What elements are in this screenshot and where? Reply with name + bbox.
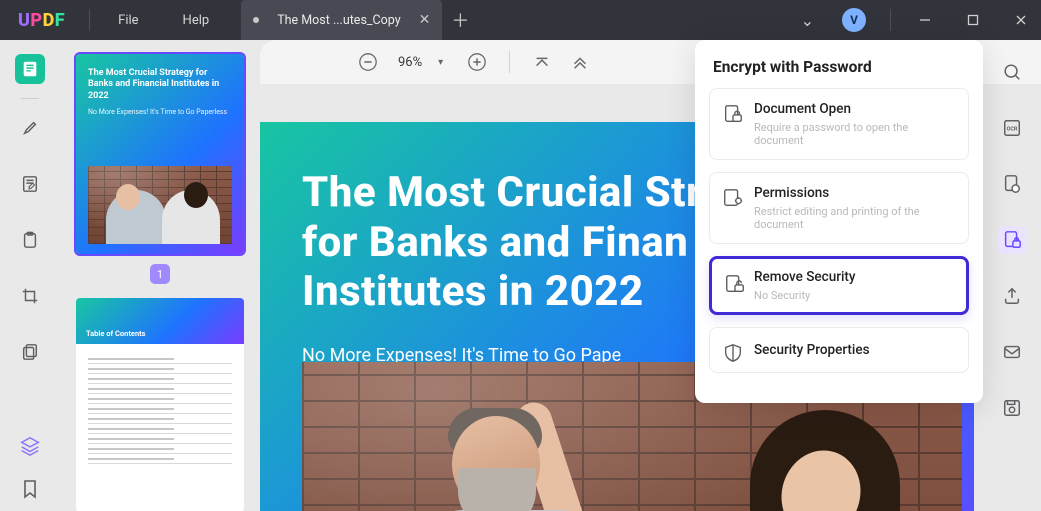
- minimize-icon: [919, 14, 931, 26]
- prev-page-button[interactable]: [566, 48, 594, 76]
- tool-email[interactable]: [998, 338, 1026, 366]
- crop-icon: [21, 287, 39, 305]
- tab-title: The Most ...utes_Copy: [277, 13, 400, 28]
- zoom-out-icon: [358, 52, 378, 72]
- card-permissions[interactable]: Permissions Restrict editing and printin…: [709, 172, 969, 244]
- save-icon: [1002, 398, 1022, 418]
- page-lock-icon: [1002, 230, 1022, 250]
- card-remove-security[interactable]: Remove Security No Security: [709, 256, 969, 315]
- tab-close-icon[interactable]: ✕: [419, 12, 431, 28]
- document-lock-icon: [722, 103, 744, 125]
- tool-pages[interactable]: [15, 337, 45, 367]
- permissions-icon: [722, 187, 744, 209]
- first-page-button[interactable]: [528, 48, 556, 76]
- card-docopen-title: Document Open: [754, 101, 954, 117]
- card-security-properties[interactable]: Security Properties: [709, 327, 969, 373]
- share-icon: [1002, 286, 1022, 306]
- shield-icon: [722, 342, 744, 364]
- card-remove-title: Remove Security: [754, 269, 954, 285]
- card-document-open[interactable]: Document Open Require a password to open…: [709, 88, 969, 160]
- ocr-icon: OCR: [1002, 118, 1022, 138]
- menu-help[interactable]: Help: [161, 13, 232, 28]
- zoom-in-button[interactable]: [463, 48, 491, 76]
- title-bar: UPDF File Help The Most ...utes_Copy ✕ ＋…: [0, 0, 1041, 40]
- tool-protect[interactable]: [998, 226, 1026, 254]
- svg-text:OCR: OCR: [1007, 127, 1018, 133]
- page-h1-line3: Institutes in 2022: [302, 267, 644, 316]
- tool-ocr[interactable]: OCR: [998, 114, 1026, 142]
- thumb1-subtitle: No More Expenses! It's Time to Go Paperl…: [88, 108, 232, 116]
- thumb1-pagenum: 1: [150, 264, 170, 284]
- zoom-out-button[interactable]: [354, 48, 382, 76]
- mail-icon: [1002, 342, 1022, 362]
- zoom-dropdown[interactable]: ▾: [438, 57, 453, 68]
- user-avatar[interactable]: V: [842, 8, 866, 32]
- search-icon: [1002, 62, 1022, 82]
- card-props-title: Security Properties: [754, 342, 954, 358]
- card-perm-sub: Restrict editing and printing of the doc…: [754, 205, 954, 231]
- thumbnail-panel: The Most Crucial Strategy for Banks and …: [60, 40, 260, 511]
- tool-search[interactable]: [998, 58, 1026, 86]
- zoom-value[interactable]: 96%: [392, 55, 428, 70]
- page-h1-line2: for Banks and Finan: [302, 218, 688, 267]
- menu-file[interactable]: File: [96, 13, 160, 28]
- card-docopen-sub: Require a password to open the document: [754, 121, 954, 147]
- maximize-icon: [967, 14, 979, 26]
- thumbnail-page-2[interactable]: Table of Contents: [76, 298, 244, 511]
- tool-bookmark[interactable]: [21, 479, 39, 499]
- right-toolbar: OCR: [983, 40, 1041, 511]
- window-minimize-button[interactable]: [905, 0, 945, 40]
- thumb2-toc-title: Table of Contents: [86, 329, 146, 338]
- app-logo: UPDF: [0, 10, 83, 31]
- page-circle-icon: [1002, 174, 1022, 194]
- thumb1-photo: [88, 166, 232, 244]
- chevron-up-double-icon: [571, 53, 589, 71]
- tab-dirty-dot: [253, 17, 259, 23]
- left-toolbar-bottom: [0, 435, 60, 511]
- bookmark-icon: [21, 479, 39, 499]
- window-close-button[interactable]: [1001, 0, 1041, 40]
- unlock-icon: [724, 273, 746, 295]
- tool-layers[interactable]: [19, 435, 41, 457]
- chevron-down-icon[interactable]: ⌄: [791, 11, 824, 30]
- encrypt-panel: Encrypt with Password Document Open Requ…: [695, 40, 983, 403]
- card-remove-sub: No Security: [754, 289, 954, 302]
- highlighter-icon: [21, 119, 39, 137]
- thumbnail-page-1[interactable]: The Most Crucial Strategy for Banks and …: [76, 54, 244, 254]
- first-page-icon: [533, 53, 551, 71]
- tool-crop[interactable]: [15, 281, 45, 311]
- tool-reader[interactable]: [15, 54, 45, 84]
- document-tab[interactable]: The Most ...utes_Copy ✕: [241, 0, 442, 40]
- tool-edit-text[interactable]: [15, 169, 45, 199]
- thumb1-title: The Most Crucial Strategy for Banks and …: [88, 68, 232, 102]
- tool-share[interactable]: [998, 282, 1026, 310]
- close-icon: [1015, 14, 1027, 26]
- window-maximize-button[interactable]: [953, 0, 993, 40]
- page-icon: [21, 60, 39, 78]
- tool-clipboard[interactable]: [15, 225, 45, 255]
- edit-page-icon: [21, 175, 39, 193]
- layers-icon: [19, 435, 41, 457]
- encrypt-panel-title: Encrypt with Password: [713, 58, 965, 76]
- new-tab-button[interactable]: ＋: [442, 7, 478, 33]
- pages-icon: [21, 343, 39, 361]
- page-h1-line1: The Most Crucial Str: [302, 168, 702, 217]
- tool-watermark[interactable]: [998, 170, 1026, 198]
- tool-highlight[interactable]: [15, 113, 45, 143]
- tool-print[interactable]: [998, 394, 1026, 422]
- card-perm-title: Permissions: [754, 185, 954, 201]
- clipboard-icon: [21, 231, 39, 249]
- zoom-in-icon: [467, 52, 487, 72]
